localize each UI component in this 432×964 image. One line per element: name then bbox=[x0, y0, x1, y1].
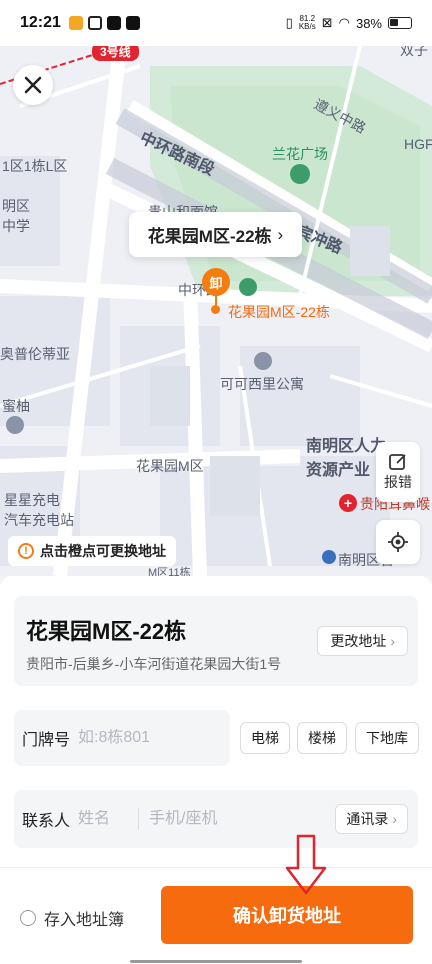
status-icons: ▯ 81.2 KB/s ⊠ ◠ 38% bbox=[286, 15, 412, 31]
tree-icon bbox=[239, 278, 257, 296]
locate-button[interactable] bbox=[376, 520, 420, 564]
door-number-field[interactable]: 门牌号 bbox=[14, 710, 230, 766]
map-label-ming-qu: 明区 bbox=[2, 198, 30, 214]
address-detail: 贵阳市-后巢乡-小车河街道花果园大街1号 bbox=[26, 656, 282, 672]
hotel-icon bbox=[254, 352, 272, 370]
chevron-right-icon: › bbox=[392, 811, 397, 827]
contact-phone-input[interactable] bbox=[149, 810, 300, 828]
chip-basement[interactable]: 下地库 bbox=[355, 722, 419, 754]
map-label-keke-xili: 可可西里公寓 bbox=[220, 376, 304, 392]
address-title: 花果园M区-22栋 bbox=[26, 619, 187, 644]
save-label: 存入地址簿 bbox=[44, 912, 125, 929]
vibrate-icon: ▯ bbox=[285, 15, 293, 30]
contact-field: 联系人 通讯录 › bbox=[14, 790, 418, 848]
map-label-aopulun: 奥普伦蒂亚 bbox=[0, 346, 70, 362]
notification-icons bbox=[68, 16, 140, 30]
map-label-hgf: HGF bbox=[404, 136, 432, 152]
home-indicator bbox=[130, 960, 302, 963]
change-address-button[interactable]: 更改地址 › bbox=[317, 626, 408, 656]
map-label-mi-you: 蜜柚 bbox=[2, 398, 30, 414]
map-label-zhong-xue: 中学 bbox=[2, 218, 30, 234]
info-icon: ! bbox=[18, 543, 34, 559]
locate-icon bbox=[388, 532, 408, 552]
map-view[interactable]: 3号线 双子 遵义中路 中环路南段 兰花广场 HGF 1区1栋L区 明区 中学 … bbox=[0, 46, 432, 576]
pin-small-icon bbox=[322, 550, 336, 564]
divider bbox=[138, 808, 140, 830]
contacts-label: 通讯录 bbox=[346, 811, 389, 827]
chip-stairs[interactable]: 楼梯 bbox=[297, 722, 347, 754]
park-icon bbox=[290, 164, 310, 184]
edit-icon bbox=[389, 454, 406, 470]
metro-line-badge: 3号线 bbox=[92, 46, 139, 61]
battery-icon bbox=[388, 17, 412, 29]
shop-icon bbox=[6, 416, 24, 434]
clock: 12:21 bbox=[20, 14, 61, 31]
address-sheet: 花果园M区-22栋 贵阳市-后巢乡-小车河街道花果园大街1号 更改地址 › 门牌… bbox=[0, 576, 432, 964]
unload-pin[interactable]: 卸 bbox=[202, 268, 230, 296]
shop-app-icon bbox=[68, 16, 83, 30]
map-label-xingxing-1: 星星充电 bbox=[4, 492, 60, 508]
radio-icon[interactable] bbox=[20, 910, 36, 926]
address-card: 花果园M区-22栋 贵阳市-后巢乡-小车河街道花果园大街1号 更改地址 › bbox=[14, 596, 418, 686]
status-bar: 12:21 ▯ 81.2 KB/s ⊠ ◠ 38% bbox=[0, 0, 432, 46]
contact-name-input[interactable] bbox=[78, 810, 129, 828]
pin-dot[interactable] bbox=[211, 305, 220, 314]
tiktok-icon bbox=[106, 16, 121, 30]
wifi-icon: ◠ bbox=[338, 15, 350, 30]
map-label-lanhua-square: 兰花广场 bbox=[272, 146, 328, 162]
map-label-nanming-resource-2: 资源产业 bbox=[306, 462, 371, 479]
change-address-hint: ! 点击橙点可更换地址 bbox=[8, 536, 176, 566]
contact-label: 联系人 bbox=[22, 813, 71, 830]
battery-percent: 38% bbox=[355, 15, 382, 31]
footer-divider bbox=[0, 867, 432, 868]
report-error-label: 报错 bbox=[384, 474, 412, 490]
hint-text: 点击橙点可更换地址 bbox=[40, 543, 166, 559]
contacts-button[interactable]: 通讯录 › bbox=[335, 804, 408, 834]
address-callout[interactable]: 花果园M区-22栋 › bbox=[129, 212, 302, 257]
map-label-nanming-resource-1: 南明区人力 bbox=[306, 438, 387, 455]
map-label-shuangzi: 双子 bbox=[400, 46, 428, 58]
annotation-arrow-down-icon bbox=[285, 834, 327, 895]
net-speed: 81.2 KB/s bbox=[299, 15, 316, 31]
net-speed-unit: KB/s bbox=[298, 22, 316, 31]
hospital-icon: + bbox=[339, 494, 357, 512]
close-button[interactable] bbox=[13, 65, 53, 105]
save-to-address-book[interactable]: 存入地址簿 bbox=[20, 906, 124, 930]
message-icon bbox=[125, 16, 140, 30]
map-label-huaguoyuan-m: 花果园M区 bbox=[136, 458, 204, 474]
close-icon bbox=[24, 76, 42, 94]
door-number-label: 门牌号 bbox=[22, 732, 71, 749]
chevron-right-icon: › bbox=[390, 633, 395, 649]
map-label-poi: 花果园M区-22栋 bbox=[228, 304, 330, 320]
callout-text: 花果园M区-22栋 bbox=[147, 227, 272, 246]
change-address-label: 更改地址 bbox=[330, 633, 387, 649]
door-number-input[interactable] bbox=[78, 729, 219, 747]
no-sim-icon: ⊠ bbox=[321, 15, 333, 30]
app-icon bbox=[87, 16, 102, 30]
confirm-label: 确认卸货地址 bbox=[233, 906, 341, 926]
chip-elevator[interactable]: 电梯 bbox=[240, 722, 290, 754]
map-label-xingxing-2: 汽车充电站 bbox=[4, 512, 74, 528]
report-error-button[interactable]: 报错 bbox=[376, 442, 420, 502]
map-label-qu1dong: 1区1栋L区 bbox=[2, 158, 68, 174]
chevron-right-icon: › bbox=[277, 224, 284, 244]
